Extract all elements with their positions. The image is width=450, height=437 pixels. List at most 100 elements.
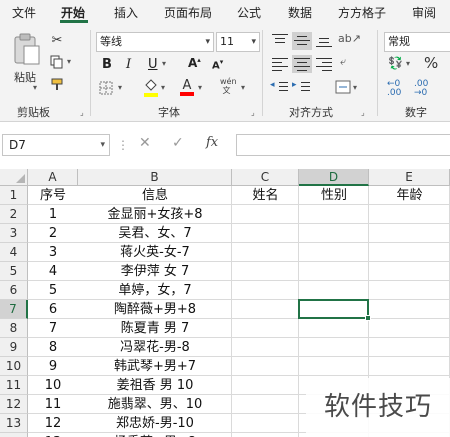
paste-button[interactable] bbox=[10, 32, 44, 66]
underline-button[interactable]: U bbox=[148, 57, 158, 72]
formula-bar-splitter[interactable]: ⋮ bbox=[117, 138, 129, 152]
cell-a14[interactable]: 13 bbox=[28, 433, 78, 437]
align-center-button[interactable] bbox=[292, 55, 312, 73]
increase-font-size-button[interactable]: A▴ bbox=[188, 56, 201, 70]
tab-formulas[interactable]: 公式 bbox=[237, 4, 261, 21]
increase-indent-button[interactable]: ▸ bbox=[292, 80, 310, 94]
top-align-button[interactable] bbox=[272, 34, 288, 48]
column-header-d[interactable]: D bbox=[299, 169, 369, 186]
cell-b4[interactable]: 蒋火英-女-7 bbox=[78, 243, 232, 262]
cell-d2[interactable] bbox=[299, 205, 369, 224]
tab-page-layout[interactable]: 页面布局 bbox=[164, 4, 212, 21]
percent-button[interactable]: % bbox=[424, 54, 438, 72]
row-header[interactable]: 13 bbox=[0, 414, 28, 433]
cell-d3[interactable] bbox=[299, 224, 369, 243]
font-color-button[interactable]: A bbox=[178, 77, 196, 97]
cell-b3[interactable]: 吴君、女、7 bbox=[78, 224, 232, 243]
cell-c11[interactable] bbox=[232, 376, 299, 395]
row-header[interactable]: 10 bbox=[0, 357, 28, 376]
cell-c4[interactable] bbox=[232, 243, 299, 262]
cell-e8[interactable] bbox=[369, 319, 450, 338]
row-header[interactable]: 5 bbox=[0, 262, 28, 281]
decrease-indent-button[interactable]: ◂ bbox=[270, 80, 288, 94]
cell-c13[interactable] bbox=[232, 414, 299, 433]
cell-c2[interactable] bbox=[232, 205, 299, 224]
cell-b8[interactable]: 陈夏青 男 7 bbox=[78, 319, 232, 338]
formula-input[interactable] bbox=[236, 134, 450, 156]
row-header[interactable]: 4 bbox=[0, 243, 28, 262]
decrease-font-size-button[interactable]: A▾ bbox=[212, 58, 223, 71]
cell-d1[interactable]: 性别 bbox=[299, 186, 369, 205]
cell-a2[interactable]: 1 bbox=[28, 205, 78, 224]
cell-a4[interactable]: 3 bbox=[28, 243, 78, 262]
cell-b14[interactable]: 杨秀芳+男+8 bbox=[78, 433, 232, 437]
accounting-format-icon[interactable]: 💱 bbox=[388, 56, 403, 70]
merge-dropdown-icon[interactable]: ▾ bbox=[353, 83, 357, 92]
select-all-corner[interactable] bbox=[0, 169, 28, 186]
cell-b1[interactable]: 信息 bbox=[78, 186, 232, 205]
middle-align-button[interactable] bbox=[292, 32, 312, 50]
fill-color-dropdown-icon[interactable]: ▾ bbox=[161, 83, 165, 92]
bottom-align-button[interactable] bbox=[316, 34, 332, 48]
row-header[interactable]: 6 bbox=[0, 281, 28, 300]
row-header[interactable]: 1 bbox=[0, 186, 28, 205]
italic-button[interactable]: I bbox=[126, 57, 131, 72]
paste-dropdown-icon[interactable]: ▾ bbox=[33, 83, 37, 92]
cell-e4[interactable] bbox=[369, 243, 450, 262]
wrap-text-icon[interactable]: ⤶ bbox=[340, 55, 346, 69]
cell-a5[interactable]: 4 bbox=[28, 262, 78, 281]
row-header[interactable]: 14 bbox=[0, 433, 28, 437]
number-format-dropdown[interactable]: 常规 bbox=[384, 32, 450, 52]
row-header[interactable]: 3 bbox=[0, 224, 28, 243]
cell-d9[interactable] bbox=[299, 338, 369, 357]
cell-c7[interactable] bbox=[232, 300, 299, 319]
cell-e5[interactable] bbox=[369, 262, 450, 281]
row-header[interactable]: 2 bbox=[0, 205, 28, 224]
cell-e6[interactable] bbox=[369, 281, 450, 300]
cell-b6[interactable]: 单婷，女，7 bbox=[78, 281, 232, 300]
cancel-icon[interactable]: ✕ bbox=[139, 135, 151, 151]
column-header-a[interactable]: A bbox=[28, 169, 78, 186]
font-color-dropdown-icon[interactable]: ▾ bbox=[198, 83, 202, 92]
cell-d5[interactable] bbox=[299, 262, 369, 281]
cell-a9[interactable]: 8 bbox=[28, 338, 78, 357]
cell-a12[interactable]: 11 bbox=[28, 395, 78, 414]
format-painter-icon[interactable] bbox=[49, 76, 65, 92]
font-size-dropdown[interactable]: 11 ▾ bbox=[216, 32, 260, 52]
clipboard-launcher-icon[interactable]: ⌟ bbox=[80, 108, 84, 117]
copy-icon[interactable] bbox=[49, 54, 65, 70]
cell-c1[interactable]: 姓名 bbox=[232, 186, 299, 205]
column-header-b[interactable]: B bbox=[78, 169, 232, 186]
tab-insert[interactable]: 插入 bbox=[114, 4, 138, 21]
align-right-button[interactable] bbox=[316, 57, 332, 71]
cell-b9[interactable]: 冯翠花-男-8 bbox=[78, 338, 232, 357]
cell-a1[interactable]: 序号 bbox=[28, 186, 78, 205]
cell-a3[interactable]: 2 bbox=[28, 224, 78, 243]
cell-b10[interactable]: 韩武琴+男+7 bbox=[78, 357, 232, 376]
row-header[interactable]: 9 bbox=[0, 338, 28, 357]
font-launcher-icon[interactable]: ⌟ bbox=[251, 108, 255, 117]
phonetic-dropdown-icon[interactable]: ▾ bbox=[241, 83, 245, 92]
cell-b2[interactable]: 金显丽+女孩+8 bbox=[78, 205, 232, 224]
cell-e10[interactable] bbox=[369, 357, 450, 376]
cell-c3[interactable] bbox=[232, 224, 299, 243]
cell-b12[interactable]: 施翡翠、男、10 bbox=[78, 395, 232, 414]
cell-a11[interactable]: 10 bbox=[28, 376, 78, 395]
fill-color-button[interactable] bbox=[142, 78, 160, 98]
cut-icon[interactable]: ✂ bbox=[50, 32, 64, 48]
cell-a10[interactable]: 9 bbox=[28, 357, 78, 376]
tab-data[interactable]: 数据 bbox=[288, 4, 312, 21]
cell-b5[interactable]: 李伊萍 女 7 bbox=[78, 262, 232, 281]
cell-c14[interactable] bbox=[232, 433, 299, 437]
cell-e7[interactable] bbox=[369, 300, 450, 319]
cell-d4[interactable] bbox=[299, 243, 369, 262]
alignment-launcher-icon[interactable]: ⌟ bbox=[361, 108, 365, 117]
phonetic-guide-button[interactable]: wén 文 bbox=[220, 77, 237, 95]
accounting-dropdown-icon[interactable]: ▾ bbox=[406, 59, 410, 68]
font-name-dropdown[interactable]: 等线 ▾ bbox=[96, 32, 214, 52]
cell-a8[interactable]: 7 bbox=[28, 319, 78, 338]
borders-dropdown-icon[interactable]: ▾ bbox=[118, 83, 122, 92]
cell-c12[interactable] bbox=[232, 395, 299, 414]
cell-c5[interactable] bbox=[232, 262, 299, 281]
cell-e2[interactable] bbox=[369, 205, 450, 224]
